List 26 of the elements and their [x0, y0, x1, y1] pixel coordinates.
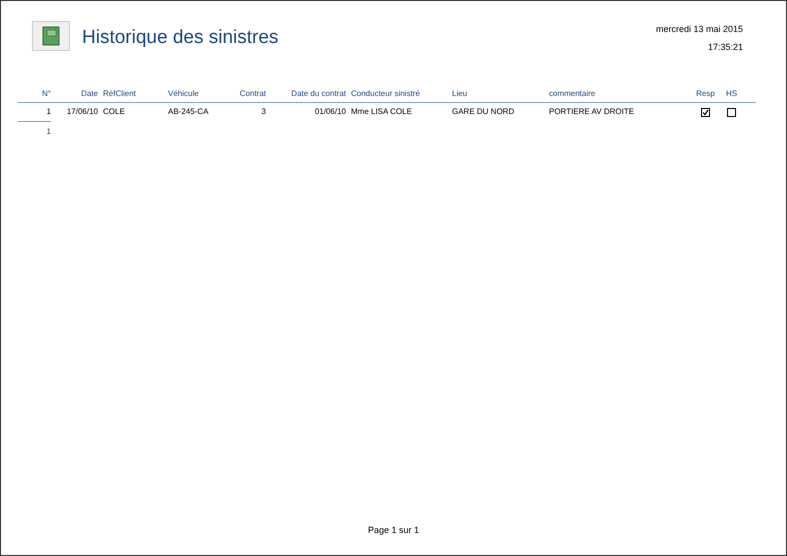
report-time: 17:35:21 [708, 40, 743, 54]
column-header: commentaire [549, 88, 596, 100]
report-title: Historique des sinistres [82, 26, 278, 50]
table-cell-text: 3 [260, 106, 266, 118]
report-date: mercredi 13 mai 2015 [656, 23, 743, 36]
column-header: Lieu [452, 88, 468, 100]
column-header: Date [80, 88, 98, 100]
table-cell-text: AB-245-CA [168, 106, 210, 118]
column-header: RéfClient [102, 88, 137, 100]
column-header: Contrat [238, 88, 266, 100]
table-cell-text: GARE DU NORD [452, 106, 516, 118]
column-header: Resp [695, 88, 716, 100]
table-cell-text: 17/06/10 [66, 106, 98, 118]
column-header: Véhicule [168, 88, 200, 100]
table-cell-text: PORTIERE AV DROITE [549, 106, 636, 118]
table-cell-text: 01/06/10 [314, 106, 346, 118]
column-header: Date du contrat [290, 88, 346, 100]
record-count: 1 [46, 127, 51, 136]
table-cell-text: 1 [46, 106, 51, 118]
table-cell-text: COLE [102, 106, 126, 118]
report-icon [32, 21, 70, 51]
table-cell-text: Mme LISA COLE [350, 106, 413, 118]
column-header: Conducteur sinistré [350, 88, 421, 100]
page-number: Page 1 sur 1 [368, 524, 420, 537]
column-header: N° [41, 88, 51, 100]
column-header: HS [724, 88, 738, 100]
